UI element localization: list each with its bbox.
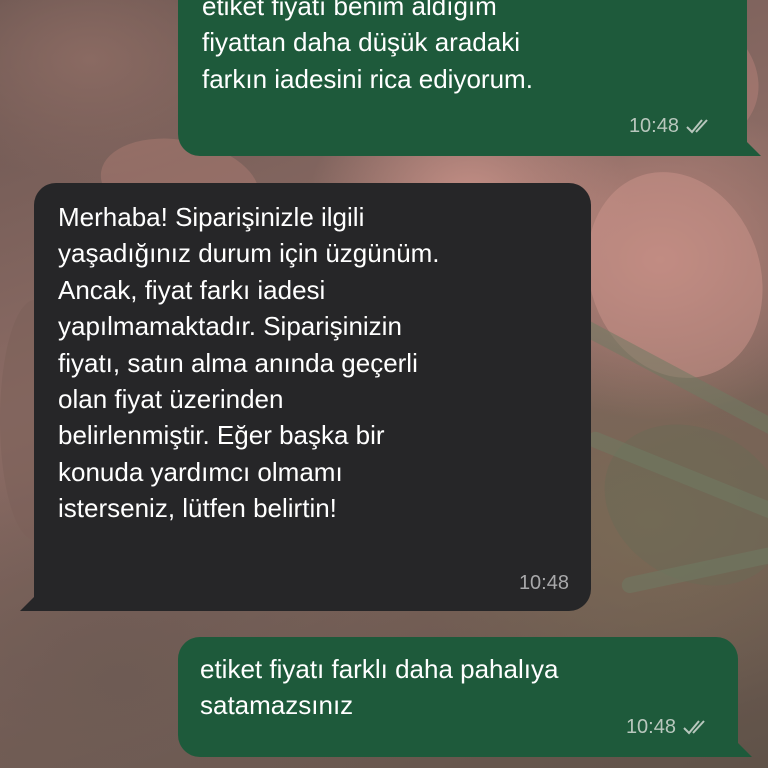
message-time: 10:48	[625, 715, 676, 738]
message-text: etiket fiyatı benim aldığım fiyattan dah…	[202, 0, 533, 94]
message-meta: 10:48	[519, 565, 569, 601]
message-time: 10:48	[628, 114, 679, 137]
message-meta: 10:48	[626, 709, 712, 745]
outgoing-message-bubble[interactable]: etiket fiyatı farklı daha pahalıya satam…	[178, 637, 752, 757]
incoming-message-bubble[interactable]: Merhaba! Siparişinizle ilgili yaşadığını…	[20, 183, 591, 611]
message-meta: 10:48	[629, 108, 715, 144]
message-text: etiket fiyatı farklı daha pahalıya satam…	[200, 654, 559, 721]
double-check-icon	[683, 720, 705, 735]
message-time: 10:48	[518, 571, 569, 594]
outgoing-message-bubble[interactable]: etiket fiyatı benim aldığım fiyattan dah…	[178, 0, 761, 156]
double-check-icon	[686, 119, 708, 134]
message-text: Merhaba! Siparişinizle ilgili yaşadığını…	[58, 202, 440, 524]
